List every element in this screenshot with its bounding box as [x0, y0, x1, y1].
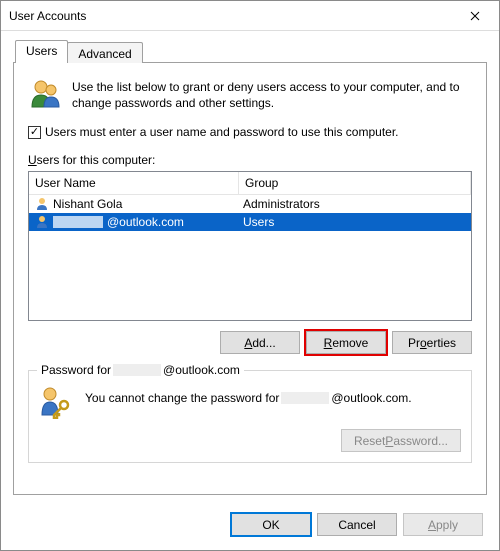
- tab-advanced[interactable]: Advanced: [67, 42, 142, 63]
- key-icon: [39, 385, 73, 419]
- col-username[interactable]: User Name: [29, 172, 239, 194]
- password-message: You cannot change the password for @outl…: [85, 385, 461, 405]
- password-groupbox: Password for @outlook.com You cannot cha…: [28, 370, 472, 463]
- users-list-label: Users for this computer:: [28, 153, 472, 167]
- cancel-button[interactable]: Cancel: [317, 513, 397, 536]
- users-listbox[interactable]: User Name Group Nishant Gola Administrat…: [28, 171, 472, 321]
- redacted-name: [281, 392, 329, 404]
- row-group: Administrators: [243, 197, 465, 211]
- user-icon: [35, 197, 49, 211]
- list-header: User Name Group: [29, 172, 471, 195]
- client-area: Users Advanced Use the list below to gra…: [1, 31, 499, 503]
- reset-password-button: Reset Password...: [341, 429, 461, 452]
- titlebar: User Accounts: [1, 1, 499, 31]
- dialog-buttons: OK Cancel Apply: [1, 503, 499, 550]
- list-buttons: Add... Remove Proerties: [28, 331, 472, 354]
- ok-button[interactable]: OK: [231, 513, 311, 536]
- row-name: @outlook.com: [107, 215, 184, 229]
- password-legend: Password for @outlook.com: [37, 363, 244, 377]
- add-button[interactable]: Add...: [220, 331, 300, 354]
- users-icon: [28, 77, 62, 111]
- user-icon: [35, 215, 49, 229]
- tabstrip: Users Advanced: [15, 40, 487, 63]
- user-accounts-window: User Accounts Users Advanced Use the li: [0, 0, 500, 551]
- checkbox-icon: ✓: [28, 126, 41, 139]
- col-group[interactable]: Group: [239, 172, 471, 194]
- users-panel: Use the list below to grant or deny user…: [13, 62, 487, 495]
- require-login-checkbox[interactable]: ✓ Users must enter a user name and passw…: [28, 125, 472, 139]
- tab-users[interactable]: Users: [15, 40, 68, 63]
- redacted-name: [113, 364, 161, 376]
- list-row[interactable]: Nishant Gola Administrators: [29, 195, 471, 213]
- remove-button[interactable]: Remove: [306, 331, 386, 354]
- intro-text: Use the list below to grant or deny user…: [72, 77, 472, 111]
- row-group: Users: [243, 215, 465, 229]
- apply-button: Apply: [403, 513, 483, 536]
- row-name: Nishant Gola: [53, 197, 122, 211]
- close-button[interactable]: [452, 2, 497, 30]
- checkbox-label: Users must enter a user name and passwor…: [45, 125, 399, 139]
- intro-row: Use the list below to grant or deny user…: [28, 77, 472, 111]
- window-title: User Accounts: [9, 9, 452, 23]
- properties-button[interactable]: Proerties: [392, 331, 472, 354]
- list-row[interactable]: @outlook.com Users: [29, 213, 471, 231]
- close-icon: [470, 11, 480, 21]
- redacted-name: [53, 216, 103, 228]
